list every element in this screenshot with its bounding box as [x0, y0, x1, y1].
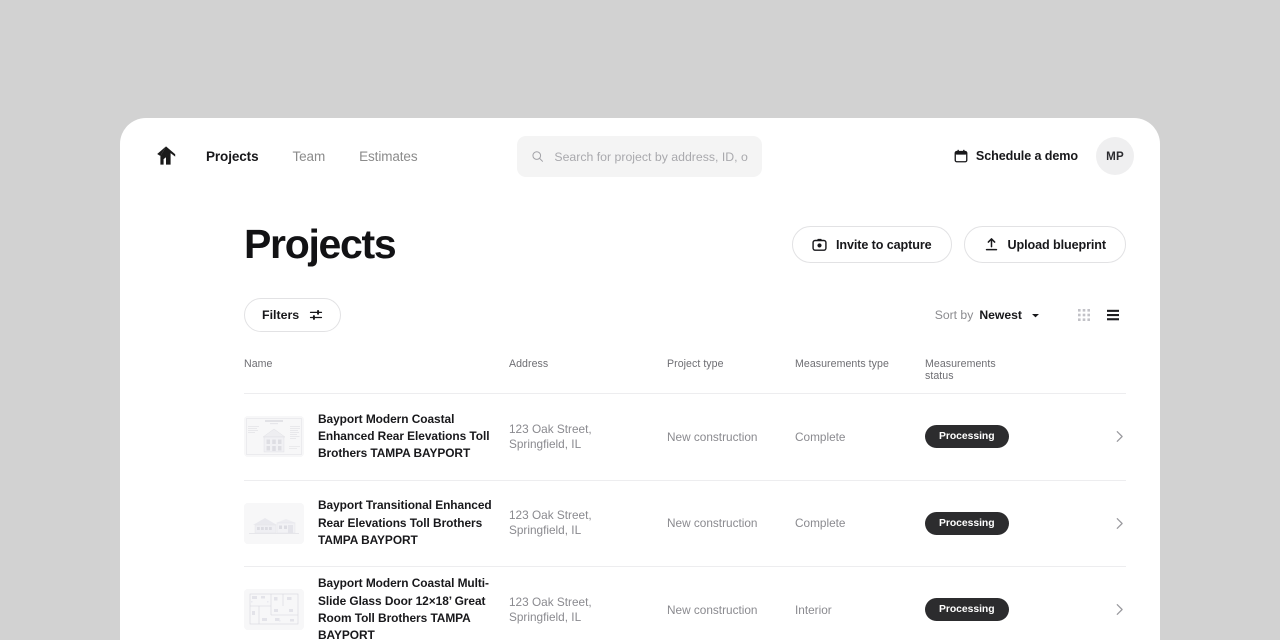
schedule-demo-label: Schedule a demo	[975, 149, 1078, 163]
upload-blueprint-button[interactable]: Upload blueprint	[963, 226, 1126, 264]
project-name: Bayport Modern Coastal Enhanced Rear Ele…	[318, 411, 490, 461]
chevron-right-icon[interactable]	[1113, 603, 1126, 616]
camera-icon	[812, 238, 827, 251]
calendar-icon	[954, 149, 968, 163]
filters-label: Filters	[262, 308, 300, 323]
cell-measurements-status: Processing	[925, 598, 1023, 622]
cell-name: Bayport Transitional Enhanced Rear Eleva…	[244, 497, 509, 549]
status-badge: Processing	[925, 598, 1009, 622]
floor-plan-thumbnail	[244, 589, 304, 631]
search-input[interactable]	[554, 149, 748, 164]
grid-view-button[interactable]	[1071, 302, 1097, 328]
upload-blueprint-label: Upload blueprint	[1007, 237, 1107, 252]
cell-measurements-status: Processing	[925, 511, 1023, 535]
project-name: Bayport Transitional Enhanced Rear Eleva…	[318, 498, 492, 547]
cell-name: Bayport Modern Coastal Multi-Slide Glass…	[244, 575, 509, 640]
filters-button[interactable]: Filters	[244, 298, 342, 333]
rear-elevation-thumbnail	[244, 502, 304, 544]
cell-measurements-type: Interior	[795, 602, 832, 617]
cell-measurements-status: Processing	[925, 425, 1023, 449]
list-view-icon	[1107, 309, 1119, 321]
app-root: Projects Team Estimates Search for proje…	[0, 0, 1280, 640]
nav-link-estimates[interactable]: Estimates	[359, 149, 417, 164]
upload-icon	[985, 238, 997, 251]
cell-project-type: New construction	[667, 516, 758, 531]
table-body: Bayport Modern Coastal Enhanced Rear Ele…	[244, 394, 1126, 640]
status-badge: Processing	[925, 511, 1009, 535]
column-header-address: Address	[509, 358, 549, 371]
chevron-down-icon	[1032, 313, 1039, 318]
cell-project-type: New construction	[667, 602, 758, 617]
cell-measurements-type: Complete	[795, 429, 846, 444]
table-row[interactable]: Bayport Modern Coastal Multi-Slide Glass…	[244, 567, 1126, 640]
projects-table: Name Address Project type Measurements t…	[244, 358, 1126, 640]
app-card: Projects Team Estimates Search for proje…	[120, 118, 1160, 640]
invite-to-capture-label: Invite to capture	[835, 237, 932, 252]
page-header: Projects Invite to capture Upload bluepr…	[244, 194, 1126, 267]
cell-address: 123 Oak Street, Springfield, IL	[509, 595, 667, 625]
column-header-spacer	[1023, 358, 1126, 393]
primary-nav-links: Projects Team Estimates	[206, 149, 418, 164]
address-line-2: Springfield, IL	[509, 436, 582, 451]
address-line-1: 123 Oak Street,	[509, 421, 592, 436]
grid-view-icon	[1078, 309, 1090, 322]
address-line-2: Springfield, IL	[509, 523, 582, 538]
column-header-measurements-status: Measurements status	[925, 358, 996, 383]
table-row[interactable]: Bayport Modern Coastal Enhanced Rear Ele…	[244, 394, 1126, 481]
sort-by-label: Sort by	[934, 308, 974, 323]
column-header-measurements-type: Measurements type	[795, 358, 889, 371]
invite-to-capture-button[interactable]: Invite to capture	[791, 226, 952, 264]
page-header-actions: Invite to capture Upload blueprint	[791, 226, 1126, 264]
cell-row-action[interactable]	[1023, 517, 1126, 530]
cell-row-action[interactable]	[1023, 430, 1126, 443]
table-row[interactable]: Bayport Transitional Enhanced Rear Eleva…	[244, 481, 1126, 568]
project-name: Bayport Modern Coastal Multi-Slide Glass…	[318, 576, 489, 640]
sort-by-control[interactable]: Sort by Newest	[935, 308, 1041, 322]
avatar-initials: MP	[1106, 149, 1124, 163]
list-toolbar: Filters Sort by Newest	[244, 298, 1126, 333]
cell-measurements-type: Complete	[795, 516, 846, 531]
toolbar-right: Sort by Newest	[935, 302, 1126, 328]
chevron-right-icon[interactable]	[1113, 517, 1126, 530]
cell-name: Bayport Modern Coastal Enhanced Rear Ele…	[244, 411, 509, 463]
elevation-blueprint-thumbnail	[244, 416, 304, 458]
top-navigation-bar: Projects Team Estimates Search for proje…	[120, 118, 1160, 194]
address-line-2: Springfield, IL	[509, 609, 582, 624]
table-header-row: Name Address Project type Measurements t…	[244, 358, 1126, 395]
home-logo-icon[interactable]	[154, 144, 178, 168]
page-title: Projects	[244, 221, 397, 267]
sort-by-value: Newest	[979, 308, 1022, 323]
sliders-icon	[310, 310, 323, 320]
cell-address: 123 Oak Street, Springfield, IL	[509, 508, 667, 538]
address-line-1: 123 Oak Street,	[509, 508, 592, 523]
status-badge: Processing	[925, 425, 1009, 449]
nav-link-projects[interactable]: Projects	[206, 149, 259, 164]
schedule-demo-button[interactable]: Schedule a demo	[954, 149, 1078, 163]
search-icon	[532, 151, 544, 162]
nav-right-cluster: Schedule a demo MP	[954, 118, 1134, 194]
column-header-project-type: Project type	[667, 358, 724, 371]
avatar[interactable]: MP	[1096, 137, 1134, 175]
chevron-right-icon[interactable]	[1113, 430, 1126, 443]
column-header-name: Name	[244, 358, 273, 371]
page-body: Projects Invite to capture Upload bluepr…	[120, 194, 1160, 640]
cell-address: 123 Oak Street, Springfield, IL	[509, 422, 667, 452]
search-bar[interactable]	[517, 136, 762, 177]
list-view-button[interactable]	[1100, 302, 1126, 328]
nav-link-team[interactable]: Team	[292, 149, 325, 164]
address-line-1: 123 Oak Street,	[509, 594, 592, 609]
cell-row-action[interactable]	[1023, 603, 1126, 616]
cell-project-type: New construction	[667, 429, 758, 444]
